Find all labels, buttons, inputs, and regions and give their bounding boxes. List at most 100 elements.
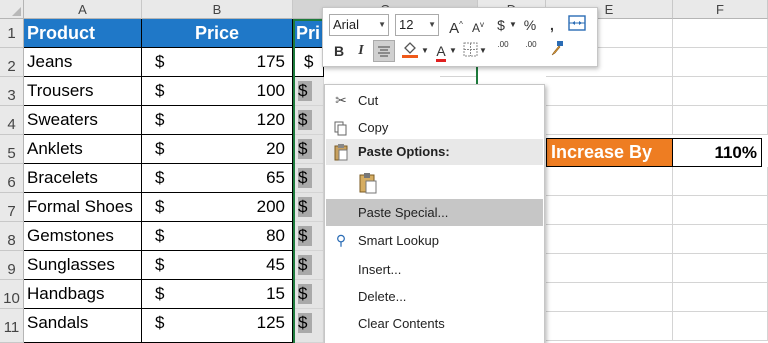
row-header-1[interactable]: 1 — [0, 19, 24, 48]
empty-cell[interactable] — [673, 48, 768, 77]
product-cell[interactable]: Anklets — [24, 135, 142, 164]
price-cell[interactable]: $120 — [142, 106, 293, 135]
fill-color-button[interactable] — [399, 40, 421, 62]
format-painter-button[interactable] — [547, 40, 567, 62]
row-header-4[interactable]: 4 — [0, 106, 24, 135]
increase-by-value[interactable]: 110% — [672, 138, 762, 167]
price-copy-cell[interactable]: $ — [293, 309, 324, 343]
empty-cell[interactable] — [673, 77, 768, 106]
empty-cell[interactable] — [673, 167, 768, 196]
empty-cell[interactable] — [546, 167, 673, 196]
empty-cell[interactable] — [673, 283, 768, 312]
font-name-box[interactable]: Arial ▼ — [329, 14, 389, 36]
chevron-down-icon[interactable]: ▼ — [421, 40, 429, 62]
percent-style-button[interactable]: % — [521, 14, 539, 36]
italic-button[interactable]: I — [351, 40, 371, 62]
price-copy-cell[interactable]: $ — [293, 251, 324, 280]
price-cell[interactable]: $175 — [142, 48, 293, 77]
price-copy-cell[interactable]: $ — [293, 164, 324, 193]
price-cell[interactable]: $125 — [142, 309, 293, 343]
header-cell-price[interactable]: Price — [142, 19, 293, 48]
menu-item-clear-contents[interactable]: Clear Contents — [326, 310, 543, 337]
empty-cell[interactable] — [546, 225, 673, 254]
menu-item-insert[interactable]: Insert... — [326, 256, 543, 283]
empty-cell[interactable] — [546, 196, 673, 225]
product-cell[interactable]: Sandals — [24, 309, 142, 343]
row-header-5[interactable]: 5 — [0, 135, 24, 164]
grow-font-button[interactable]: A^ — [447, 14, 465, 37]
row-header-10[interactable]: 10 — [0, 280, 24, 309]
empty-cell[interactable] — [546, 77, 673, 106]
empty-cell[interactable] — [673, 196, 768, 225]
product-cell[interactable]: Trousers — [24, 77, 142, 106]
menu-item-paste-special[interactable]: Paste Special... — [326, 199, 543, 226]
empty-cell[interactable] — [546, 254, 673, 283]
menu-item-smart-lookup[interactable]: ⚲ Smart Lookup — [326, 227, 543, 254]
bold-button[interactable]: B — [329, 40, 349, 62]
product-cell[interactable]: Formal Shoes — [24, 193, 142, 222]
currency-format-button[interactable]: $ — [493, 14, 509, 36]
column-header-b[interactable]: B — [142, 0, 293, 19]
empty-cell[interactable] — [546, 312, 673, 341]
chevron-down-icon[interactable]: ▼ — [479, 40, 487, 62]
row-header-11[interactable]: 11 — [0, 309, 24, 343]
empty-cell[interactable] — [673, 19, 768, 48]
shrink-font-button[interactable]: Av — [469, 14, 487, 36]
product-cell[interactable]: Jeans — [24, 48, 142, 77]
row-header-8[interactable]: 8 — [0, 222, 24, 251]
row-header-3[interactable]: 3 — [0, 77, 24, 106]
increase-by-label[interactable]: Increase By — [546, 138, 673, 167]
product-cell[interactable]: Bracelets — [24, 164, 142, 193]
font-color-button[interactable]: A — [433, 40, 449, 62]
price-cell[interactable]: $200 — [142, 193, 293, 222]
menu-item-copy[interactable]: Copy — [326, 114, 543, 141]
empty-cell[interactable] — [673, 225, 768, 254]
chevron-down-icon[interactable]: ▼ — [509, 14, 517, 36]
price-cell[interactable]: $15 — [142, 280, 293, 309]
price-cell[interactable]: $80 — [142, 222, 293, 251]
price-copy-cell[interactable]: $ — [293, 106, 324, 135]
row-header-6[interactable]: 6 — [0, 164, 24, 193]
increase-decimal-button[interactable]: .00 — [491, 40, 515, 62]
price-copy-cell[interactable]: $ — [293, 280, 324, 309]
product-cell[interactable]: Handbags — [24, 280, 142, 309]
product-cell[interactable]: Gemstones — [24, 222, 142, 251]
empty-cell[interactable] — [673, 312, 768, 341]
row-header-7[interactable]: 7 — [0, 193, 24, 222]
price-value: 80 — [266, 226, 285, 245]
product-cell[interactable]: Sunglasses — [24, 251, 142, 280]
header-cell-price-c[interactable]: Pri — [293, 19, 323, 48]
price-copy-cell[interactable]: $ — [293, 48, 324, 77]
empty-cell[interactable] — [673, 106, 768, 135]
currency-symbol: $ — [298, 110, 312, 130]
price-value: 15 — [266, 284, 285, 303]
price-cell[interactable]: $20 — [142, 135, 293, 164]
price-copy-cell[interactable]: $ — [293, 135, 324, 164]
comma-style-button[interactable]: , — [545, 14, 559, 36]
product-cell[interactable]: Sweaters — [24, 106, 142, 135]
price-cell[interactable]: $45 — [142, 251, 293, 280]
price-cell[interactable]: $100 — [142, 77, 293, 106]
row-header-2[interactable]: 2 — [0, 48, 24, 77]
chevron-down-icon[interactable]: ▼ — [449, 40, 457, 62]
center-align-button[interactable] — [373, 40, 395, 62]
menu-item-delete[interactable]: Delete... — [326, 283, 543, 310]
empty-cell[interactable] — [546, 283, 673, 312]
empty-cell[interactable] — [546, 106, 673, 135]
price-copy-cell[interactable]: $ — [293, 77, 324, 106]
decrease-decimal-button[interactable]: .00 — [519, 40, 543, 62]
header-cell-product[interactable]: Product — [24, 19, 142, 48]
price-copy-cell[interactable]: $ — [293, 193, 324, 222]
price-copy-cell[interactable]: $ — [293, 222, 324, 251]
row-header-9[interactable]: 9 — [0, 251, 24, 280]
menu-item-cut[interactable]: ✂ Cut — [326, 87, 543, 114]
select-all-corner[interactable] — [0, 0, 24, 19]
paste-option-default[interactable] — [326, 167, 543, 199]
column-header-a[interactable]: A — [24, 0, 142, 19]
price-cell[interactable]: $65 — [142, 164, 293, 193]
font-size-box[interactable]: 12 ▼ — [395, 14, 439, 36]
borders-button[interactable] — [461, 41, 479, 63]
empty-cell[interactable] — [673, 254, 768, 283]
merge-center-button[interactable] — [567, 15, 587, 35]
column-header-f[interactable]: F — [673, 0, 768, 19]
